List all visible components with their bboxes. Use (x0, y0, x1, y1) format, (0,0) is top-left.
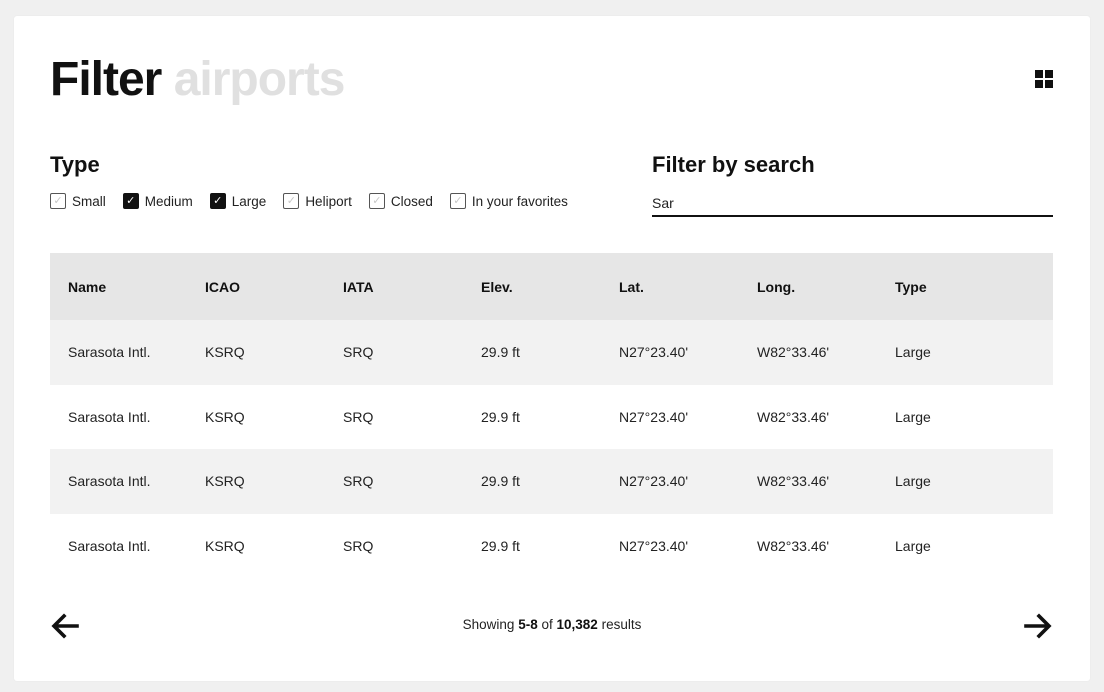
cell-icao: KSRQ (187, 513, 325, 578)
airports-table: Name ICAO IATA Elev. Lat. Long. Type Sar… (50, 253, 1053, 578)
column-header-name[interactable]: Name (50, 253, 187, 320)
pagination-range: 5-8 (518, 617, 538, 632)
cell-iata: SRQ (325, 513, 463, 578)
cell-name: Sarasota Intl. (50, 449, 187, 514)
arrow-right-icon (1024, 613, 1052, 639)
grid-cell (1035, 80, 1043, 88)
cell-latitude: N27°23.40' (601, 449, 739, 514)
type-checkbox-small[interactable]: ✓ Small (50, 193, 106, 209)
type-checkbox-heliport[interactable]: ✓ Heliport (283, 193, 352, 209)
column-header-elevation[interactable]: Elev. (463, 253, 601, 320)
cell-longitude: W82°33.46' (739, 513, 877, 578)
pagination-total: 10,382 (556, 617, 598, 632)
cell-name: Sarasota Intl. (50, 320, 187, 385)
cell-name: Sarasota Intl. (50, 513, 187, 578)
cell-elevation: 29.9 ft (463, 449, 601, 514)
table-header-row: Name ICAO IATA Elev. Lat. Long. Type (50, 253, 1053, 320)
table-row[interactable]: Sarasota Intl. KSRQ SRQ 29.9 ft N27°23.4… (50, 320, 1053, 385)
search-filter-label: Filter by search (652, 152, 815, 177)
cell-icao: KSRQ (187, 384, 325, 449)
checkbox-label: Large (231, 193, 267, 209)
column-header-latitude[interactable]: Lat. (601, 253, 739, 320)
cell-elevation: 29.9 ft (463, 513, 601, 578)
pagination-prefix: Showing (462, 617, 515, 632)
checkbox-icon[interactable]: ✓ (50, 193, 66, 209)
column-header-longitude[interactable]: Long. (739, 253, 877, 320)
grid-cell (1045, 70, 1053, 78)
checkbox-checked-icon[interactable]: ✓ (122, 193, 139, 209)
cell-elevation: 29.9 ft (463, 384, 601, 449)
checkbox-label: Small (72, 193, 106, 209)
column-header-iata[interactable]: IATA (325, 253, 463, 320)
checkbox-label: In your favorites (471, 193, 568, 209)
cell-latitude: N27°23.40' (601, 513, 739, 578)
cell-icao: KSRQ (187, 449, 325, 514)
type-filter-label: Type (50, 152, 100, 177)
cell-icao: KSRQ (187, 320, 325, 385)
cell-type: Large (877, 449, 1053, 514)
next-page-button[interactable] (1023, 611, 1053, 641)
cell-latitude: N27°23.40' (601, 384, 739, 449)
checkbox-label: Medium (144, 193, 193, 209)
grid-cell (1035, 70, 1043, 78)
column-header-type[interactable]: Type (877, 253, 1053, 320)
cell-longitude: W82°33.46' (739, 320, 877, 385)
page-title: Filter airports (50, 53, 346, 106)
page-title-strong: Filter (50, 53, 162, 106)
cell-longitude: W82°33.46' (739, 449, 877, 514)
cell-name: Sarasota Intl. (50, 384, 187, 449)
type-filter-group: ✓ Small ✓ Medium ✓ Large ✓ Heliport ✓ Cl… (50, 193, 585, 209)
cell-iata: SRQ (325, 449, 463, 514)
checkbox-label: Heliport (305, 193, 352, 209)
cell-elevation: 29.9 ft (463, 320, 601, 385)
checkbox-icon[interactable]: ✓ (368, 193, 385, 209)
checkbox-label: Closed (390, 193, 433, 209)
cell-type: Large (877, 513, 1053, 578)
pagination-suffix: results (601, 617, 642, 632)
pagination-summary: Showing 5-8 of 10,382 results (14, 617, 1090, 632)
grid-cell (1045, 80, 1053, 88)
main-card: Filter airports Type ✓ Small ✓ Medium ✓ … (14, 16, 1090, 681)
checkbox-checked-icon[interactable]: ✓ (209, 193, 226, 209)
type-checkbox-favorites[interactable]: ✓ In your favorites (449, 193, 568, 209)
search-input[interactable] (652, 191, 1053, 217)
cell-longitude: W82°33.46' (739, 384, 877, 449)
cell-latitude: N27°23.40' (601, 320, 739, 385)
type-checkbox-large[interactable]: ✓ Large (209, 193, 267, 209)
page-title-light: airports (173, 53, 346, 106)
cell-iata: SRQ (325, 320, 463, 385)
cell-type: Large (877, 384, 1053, 449)
pagination-of: of (541, 617, 553, 632)
cell-type: Large (877, 320, 1053, 385)
type-checkbox-closed[interactable]: ✓ Closed (368, 193, 433, 209)
cell-iata: SRQ (325, 384, 463, 449)
checkbox-icon[interactable]: ✓ (283, 193, 300, 209)
table-row[interactable]: Sarasota Intl. KSRQ SRQ 29.9 ft N27°23.4… (50, 513, 1053, 578)
type-checkbox-medium[interactable]: ✓ Medium (122, 193, 193, 209)
table-row[interactable]: Sarasota Intl. KSRQ SRQ 29.9 ft N27°23.4… (50, 384, 1053, 449)
column-header-icao[interactable]: ICAO (187, 253, 325, 320)
grid-view-icon[interactable] (1035, 70, 1053, 88)
checkbox-icon[interactable]: ✓ (449, 193, 466, 209)
table-row[interactable]: Sarasota Intl. KSRQ SRQ 29.9 ft N27°23.4… (50, 449, 1053, 514)
